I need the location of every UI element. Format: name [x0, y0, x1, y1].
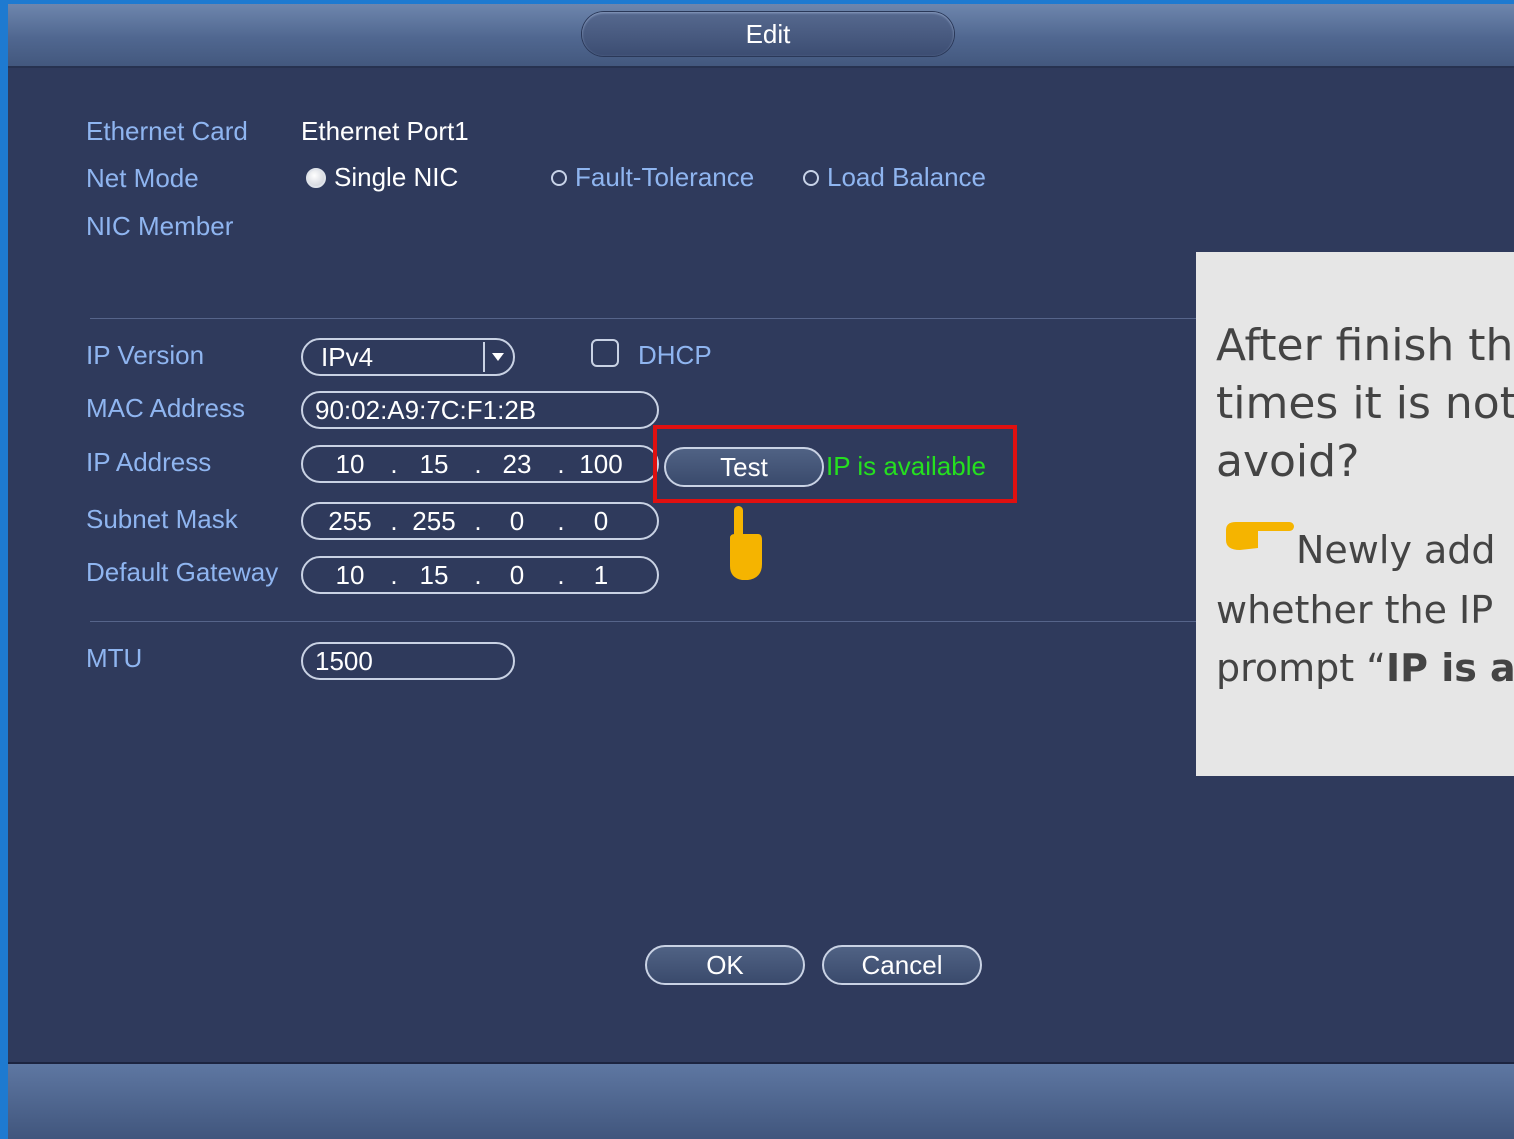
subnet-octet[interactable]: 0: [492, 504, 542, 538]
mtu-value: 1500: [315, 646, 373, 676]
divider: [90, 318, 1204, 319]
mac-address-field[interactable]: 90:02:A9:7C:F1:2B: [301, 391, 659, 429]
cancel-button[interactable]: Cancel: [822, 945, 982, 985]
hand-pointer-icon: [730, 506, 762, 580]
subnet-mask-label: Subnet Mask: [86, 504, 238, 534]
ip-status-text: IP is available: [826, 451, 986, 481]
dialog-titlebar: Edit: [8, 4, 1514, 68]
ip-separator: .: [390, 560, 398, 590]
dhcp-label: DHCP: [638, 340, 712, 370]
screen-frame: Edit Ethernet Card Ethernet Port1 Net Mo…: [0, 0, 1514, 1139]
ip-version-select[interactable]: IPv4: [301, 338, 515, 376]
mac-address-value: 90:02:A9:7C:F1:2B: [315, 395, 537, 425]
gateway-octet[interactable]: 1: [576, 558, 626, 592]
net-mode-option-label: Single NIC: [334, 162, 459, 192]
ip-octet[interactable]: 10: [325, 447, 375, 481]
callout-bold-text: IP is a: [1385, 646, 1514, 690]
ok-button[interactable]: OK: [645, 945, 805, 985]
divider: [90, 621, 1204, 622]
net-mode-single-nic-radio[interactable]: Single NIC: [306, 162, 458, 193]
subnet-octet[interactable]: 255: [325, 504, 375, 538]
chevron-down-icon[interactable]: [483, 342, 511, 372]
ip-separator: .: [474, 506, 482, 536]
callout-line: whether the IP: [1216, 588, 1494, 632]
dhcp-checkbox[interactable]: [591, 339, 619, 367]
ip-version-value: IPv4: [321, 342, 374, 372]
callout-line: After finish th: [1216, 320, 1514, 371]
ip-separator: .: [557, 449, 565, 479]
mac-address-label: MAC Address: [86, 393, 245, 423]
gateway-octet[interactable]: 10: [325, 558, 375, 592]
ip-octet[interactable]: 23: [492, 447, 542, 481]
ip-separator: .: [474, 449, 482, 479]
callout-line: avoid?: [1216, 436, 1360, 487]
ip-address-field[interactable]: 10 . 15 . 23 . 100: [301, 445, 659, 483]
callout-text: prompt “: [1216, 646, 1386, 690]
subnet-mask-field[interactable]: 255 . 255 . 0 . 0: [301, 502, 659, 540]
subnet-octet[interactable]: 0: [576, 504, 626, 538]
ethernet-card-value: Ethernet Port1: [301, 116, 469, 146]
radio-unselected-icon: [803, 169, 819, 186]
ip-separator: .: [390, 506, 398, 536]
net-mode-label: Net Mode: [86, 163, 199, 193]
default-gateway-label: Default Gateway: [86, 557, 279, 587]
default-gateway-field[interactable]: 10 . 15 . 0 . 1: [301, 556, 659, 594]
radio-selected-icon: [306, 167, 326, 188]
test-button[interactable]: Test: [664, 447, 824, 487]
callout-line: times it is not: [1216, 378, 1514, 429]
ip-separator: .: [474, 560, 482, 590]
ethernet-card-label: Ethernet Card: [86, 116, 248, 146]
ip-version-label: IP Version: [86, 340, 205, 370]
mtu-field[interactable]: 1500: [301, 642, 515, 680]
net-mode-fault-tolerance-radio[interactable]: Fault-Tolerance: [551, 162, 754, 193]
net-mode-load-balance-radio[interactable]: Load Balance: [803, 162, 986, 193]
callout-line: Newly add: [1296, 528, 1496, 572]
ip-octet[interactable]: 15: [409, 447, 459, 481]
gateway-octet[interactable]: 15: [409, 558, 459, 592]
mtu-label: MTU: [86, 643, 143, 673]
nic-member-label: NIC Member: [86, 211, 234, 241]
ip-separator: .: [390, 449, 398, 479]
dialog-title: Edit: [582, 12, 954, 56]
dialog-footer-bar: [8, 1062, 1514, 1139]
ip-address-label: IP Address: [86, 447, 212, 477]
ip-separator: .: [557, 560, 565, 590]
net-mode-option-label: Load Balance: [827, 162, 987, 192]
hand-pointing-right-icon: [1226, 522, 1294, 550]
ip-separator: .: [557, 506, 565, 536]
radio-unselected-icon: [551, 169, 567, 186]
callout-line: prompt “IP is a: [1216, 646, 1514, 690]
gateway-octet[interactable]: 0: [492, 558, 542, 592]
ip-octet[interactable]: 100: [576, 447, 626, 481]
tip-callout: After finish th times it is not avoid? N…: [1196, 252, 1514, 776]
subnet-octet[interactable]: 255: [409, 504, 459, 538]
net-mode-option-label: Fault-Tolerance: [575, 162, 755, 192]
